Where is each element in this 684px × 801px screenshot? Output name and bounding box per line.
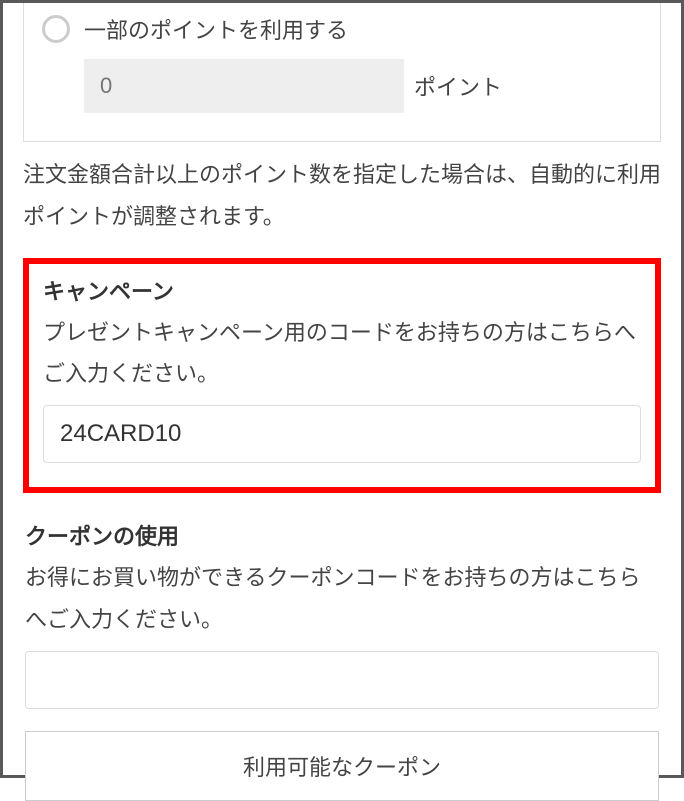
radio-icon [42,15,70,43]
coupon-desc: お得にお買い物ができるクーポンコードをお持ちの方はこちらへご入力ください。 [25,557,659,641]
coupon-section: クーポンの使用 お得にお買い物ができるクーポンコードをお持ちの方はこちらへご入力… [23,519,661,801]
points-input[interactable] [84,59,404,113]
campaign-desc: プレゼントキャンペーン用のコードをお持ちの方はこちらへご入力ください。 [43,312,641,396]
partial-points-option[interactable]: 一部のポイントを利用する [42,13,642,45]
campaign-section: キャンペーン プレゼントキャンペーン用のコードをお持ちの方はこちらへご入力くださ… [23,258,661,494]
campaign-code-input[interactable] [43,405,641,463]
campaign-title: キャンペーン [43,274,641,306]
points-section: 一部のポイントを利用する ポイント [23,3,661,142]
points-note: 注文金額合計以上のポイント数を指定した場合は、自動的に利用ポイントが調整されます… [23,154,661,238]
coupon-code-input[interactable] [25,651,659,709]
available-coupons-button[interactable]: 利用可能なクーポン [25,731,659,801]
partial-points-label: 一部のポイントを利用する [84,13,348,45]
points-input-row: ポイント [42,59,642,113]
coupon-title: クーポンの使用 [25,519,659,551]
points-suffix: ポイント [414,70,502,102]
